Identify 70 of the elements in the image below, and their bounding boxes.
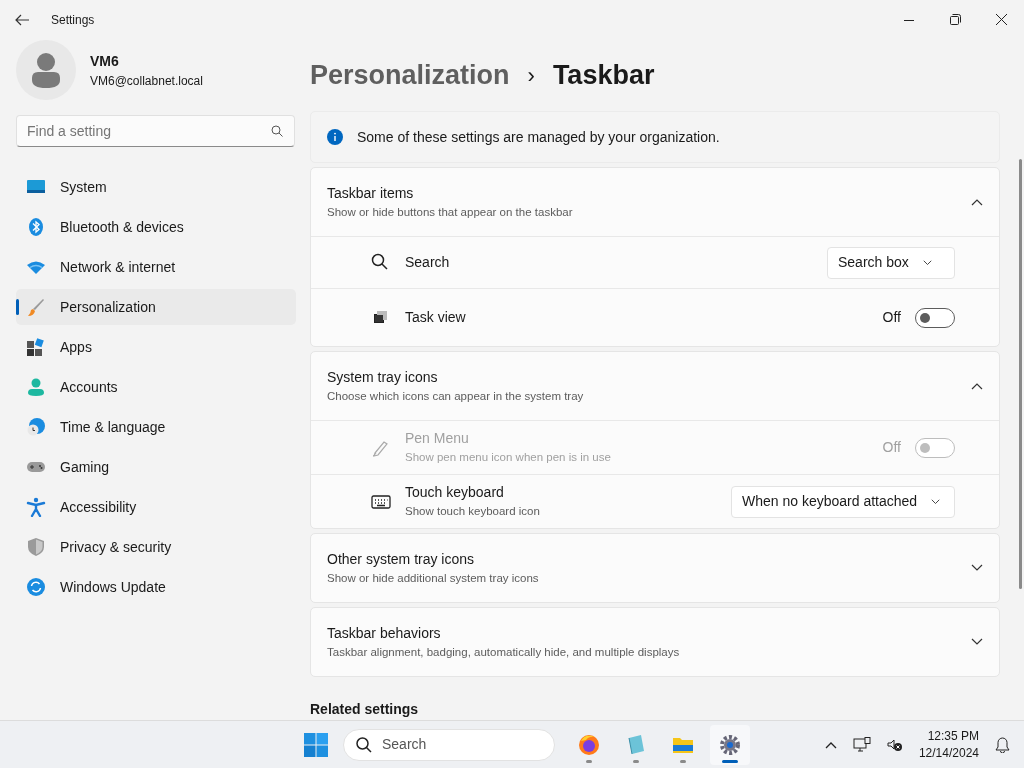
nav-item[interactable]: Bluetooth & devices (16, 209, 296, 245)
page-title: Taskbar (552, 58, 655, 92)
setting-label: Pen Menu (405, 429, 470, 449)
taskbar-search-box[interactable]: Search (343, 728, 555, 761)
nav-item[interactable]: Windows Update (16, 569, 296, 605)
section-title: System tray icons (327, 367, 439, 387)
chevron-down-icon[interactable] (971, 564, 983, 572)
chevron-up-icon[interactable] (971, 198, 983, 206)
search-icon (271, 125, 283, 137)
update-icon (26, 577, 46, 597)
nav-item[interactable]: Network & internet (16, 249, 296, 285)
taskbar-app-button[interactable] (710, 724, 750, 765)
apps-icon (26, 337, 46, 357)
scrollbar[interactable] (1019, 159, 1022, 589)
nav-item[interactable]: Accounts (16, 369, 296, 405)
nav-item[interactable]: Apps (16, 329, 296, 365)
network-icon[interactable] (852, 736, 871, 753)
nav-item[interactable]: Privacy & security (16, 529, 296, 565)
caret-icon (931, 498, 941, 505)
notification-bell-icon[interactable] (995, 736, 1010, 753)
section-description: Show or hide additional system tray icons (327, 570, 539, 586)
chevron-up-icon[interactable] (824, 740, 837, 749)
browser-icon (577, 732, 601, 757)
toggle-switch[interactable] (915, 307, 955, 328)
info-icon (327, 129, 343, 145)
bluetooth-icon (26, 217, 46, 237)
person-icon (26, 377, 46, 397)
info-text: Some of these settings are managed by your organization. (357, 127, 720, 147)
nav-item[interactable]: Gaming (16, 449, 296, 485)
setting-label: Touch keyboard (405, 483, 505, 503)
search-icon (356, 736, 372, 753)
setting-label: Task view (405, 308, 466, 327)
section-description: Taskbar alignment, badging, automatically hide, and multiple displays (327, 644, 680, 660)
close-icon (995, 14, 1007, 25)
section-title: Taskbar items (327, 183, 415, 203)
setting-description: Show touch keyboard icon (405, 504, 540, 520)
setting-label: Search (405, 253, 450, 272)
section-title: Taskbar behaviors (327, 623, 442, 643)
paintbrush-icon (26, 297, 46, 317)
restore-icon (949, 14, 961, 25)
chevron-down-icon[interactable] (971, 638, 983, 646)
globe-clock-icon (26, 417, 46, 437)
section-title: Other system tray icons (327, 549, 476, 569)
toggle-state-text: Off (882, 438, 901, 457)
gear-icon (718, 732, 742, 757)
clock-date[interactable]: 12/14/2024 (918, 744, 979, 761)
setting-search-field[interactable]: Find a setting (16, 115, 295, 147)
shield-icon (26, 537, 46, 557)
windows-logo-icon (304, 732, 328, 757)
dropdown[interactable]: Search box (827, 246, 955, 279)
section-description: Show or hide buttons that appear on the taskbar (327, 204, 573, 220)
volume-muted-icon[interactable] (886, 737, 903, 752)
caret-icon (922, 259, 932, 266)
breadcrumb-link[interactable]: Personalization (310, 54, 510, 96)
nav-item[interactable]: Accessibility (16, 489, 296, 525)
breadcrumb-separator: › (527, 61, 535, 90)
window-title: Settings (51, 11, 95, 29)
chevron-up-icon[interactable] (971, 382, 983, 390)
dropdown[interactable]: When no keyboard attached (731, 485, 955, 518)
accessibility-icon (26, 497, 46, 517)
nav-item[interactable]: Personalization (16, 289, 296, 325)
setting-description: Show pen menu icon when pen is in use (405, 450, 611, 466)
toggle-state-text: Off (882, 308, 901, 327)
section-description: Choose which icons can appear in the system tray (327, 388, 584, 404)
section-heading: Related settings (310, 700, 420, 719)
user-email: VM6@collabnet.local (90, 72, 203, 90)
user-name: VM6 (90, 51, 120, 71)
nav-item[interactable]: System (16, 169, 296, 205)
clock-time[interactable]: 12:35 PM (918, 728, 979, 745)
nav-item[interactable]: Time & language (16, 409, 296, 445)
